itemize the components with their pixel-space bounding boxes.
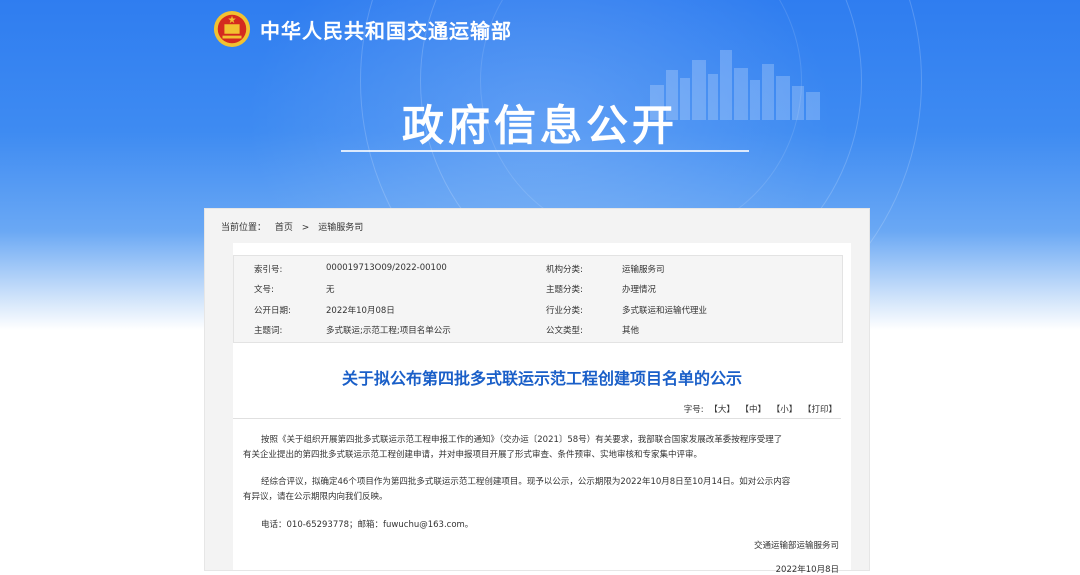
meta-value: 多式联运和运输代理业	[622, 306, 708, 316]
title-underline	[341, 150, 749, 152]
document-card: 索引号: 000019713O09/2022-00100 机构分类: 运输服务司…	[233, 243, 851, 575]
document-metadata-table: 索引号: 000019713O09/2022-00100 机构分类: 运输服务司…	[233, 255, 843, 343]
body-paragraph: 按照《关于组织开展第四批多式联运示范工程申报工作的通知》（交办运〔2021〕58…	[243, 433, 833, 462]
meta-value: 无	[326, 285, 335, 295]
print-button[interactable]: 【打印】	[803, 405, 837, 415]
content-panel: 当前位置： 首页 > 运输服务司 索引号: 000019713O09/2022-…	[204, 208, 870, 575]
signature-org: 交通运输部运输服务司	[753, 541, 839, 551]
meta-key: 行业分类:	[546, 306, 583, 316]
site-title: 中华人民共和国交通运输部	[260, 18, 512, 43]
meta-key: 主题词:	[254, 326, 283, 336]
paragraph-line: 经综合评议，拟确定46个项目作为第四批多式联运示范工程创建项目。现予以公示，公示…	[261, 477, 791, 487]
meta-value: 多式联运;示范工程;项目名单公示	[326, 326, 451, 336]
meta-row: 索引号: 000019713O09/2022-00100 机构分类: 运输服务司	[234, 258, 842, 278]
site-logo[interactable]: 中华人民共和国交通运输部	[213, 10, 512, 48]
breadcrumb-label: 当前位置：	[221, 223, 267, 233]
signature-date: 2022年10月8日	[775, 565, 839, 575]
meta-row: 公开日期: 2022年10月08日 行业分类: 多式联运和运输代理业	[234, 299, 842, 319]
paragraph-line: 按照《关于组织开展第四批多式联运示范工程申报工作的通知》（交办运〔2021〕58…	[261, 435, 783, 445]
body-paragraph: 经综合评议，拟确定46个项目作为第四批多式联运示范工程创建项目。现予以公示，公示…	[243, 475, 833, 504]
meta-value: 办理情况	[622, 285, 657, 295]
contact-info: 电话：010-65293778；邮箱：fuwuchu@163.com。	[261, 520, 474, 530]
meta-row: 主题词: 多式联运;示范工程;项目名单公示 公文类型: 其他	[234, 319, 842, 339]
meta-key: 公文类型:	[546, 326, 583, 336]
breadcrumb-current-link[interactable]: 运输服务司	[318, 223, 363, 233]
paragraph-line: 有关企业提出的第四批多式联运示范工程创建申请，并对申报项目开展了形式审查、条件预…	[243, 449, 703, 460]
breadcrumb-home-link[interactable]: 首页	[275, 223, 293, 233]
section-title: 政府信息公开	[401, 101, 678, 150]
meta-key: 公开日期:	[254, 306, 291, 316]
meta-value: 000019713O09/2022-00100	[326, 263, 447, 273]
meta-value: 运输服务司	[622, 265, 665, 275]
paragraph-line: 有异议，请在公示期限内向我们反映。	[243, 491, 388, 502]
meta-key: 主题分类:	[546, 285, 583, 295]
meta-value: 2022年10月08日	[326, 306, 395, 316]
font-size-toolbar: 字号: 【大】 【中】 【小】 【打印】	[684, 403, 837, 415]
national-emblem-icon	[213, 10, 251, 48]
document-title: 关于拟公布第四批多式联运示范工程创建项目名单的公示	[341, 369, 742, 388]
meta-value: 其他	[622, 326, 640, 336]
font-size-label: 字号:	[683, 405, 704, 415]
meta-key: 索引号:	[254, 265, 283, 275]
breadcrumb-separator: >	[301, 223, 310, 233]
breadcrumb: 当前位置： 首页 > 运输服务司	[221, 220, 369, 233]
meta-key: 文号:	[254, 285, 274, 295]
font-medium-button[interactable]: 【中】	[741, 405, 767, 415]
font-small-button[interactable]: 【小】	[772, 405, 798, 415]
divider	[233, 418, 841, 419]
font-large-button[interactable]: 【大】	[709, 405, 735, 415]
meta-key: 机构分类:	[546, 265, 583, 275]
meta-row: 文号: 无 主题分类: 办理情况	[234, 278, 842, 298]
